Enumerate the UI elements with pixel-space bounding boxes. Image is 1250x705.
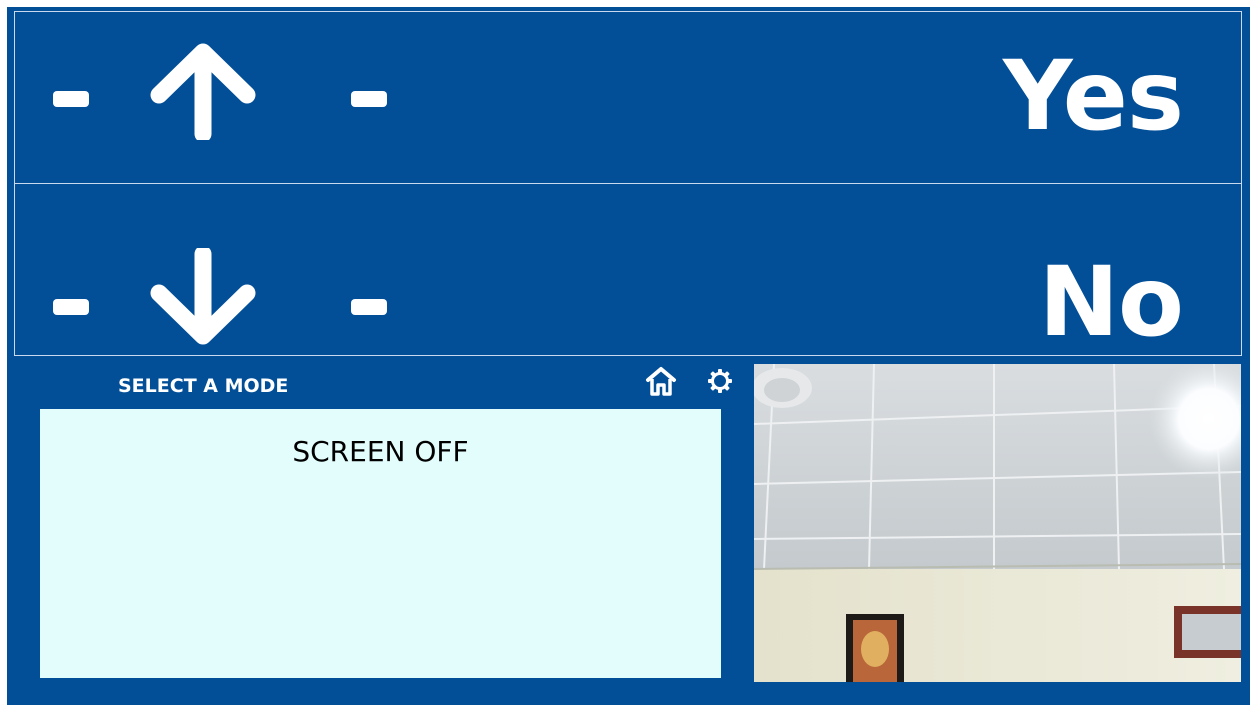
gear-icon	[708, 369, 732, 393]
mode-display[interactable]: SCREEN OFF	[40, 409, 721, 678]
current-mode-text: SCREEN OFF	[292, 435, 469, 468]
dash-left-icon	[53, 91, 89, 107]
camera-image	[754, 364, 1241, 682]
app-root: Yes No SELECT A MODE SCREEN OFF	[7, 7, 1250, 705]
home-button[interactable]	[644, 364, 678, 398]
yes-panel[interactable]: Yes	[14, 11, 1242, 184]
home-icon	[646, 367, 676, 396]
dash-right-icon	[351, 91, 387, 107]
arrow-down-icon	[150, 248, 256, 345]
settings-button[interactable]	[703, 364, 737, 398]
no-panel[interactable]: No	[14, 183, 1242, 356]
yes-label: Yes	[1003, 40, 1184, 152]
dash-left-icon	[53, 299, 89, 315]
select-mode-label: SELECT A MODE	[118, 375, 289, 397]
camera-feed	[754, 364, 1241, 682]
dash-right-icon	[351, 299, 387, 315]
arrow-up-icon	[150, 43, 256, 140]
no-label: No	[1038, 246, 1184, 358]
